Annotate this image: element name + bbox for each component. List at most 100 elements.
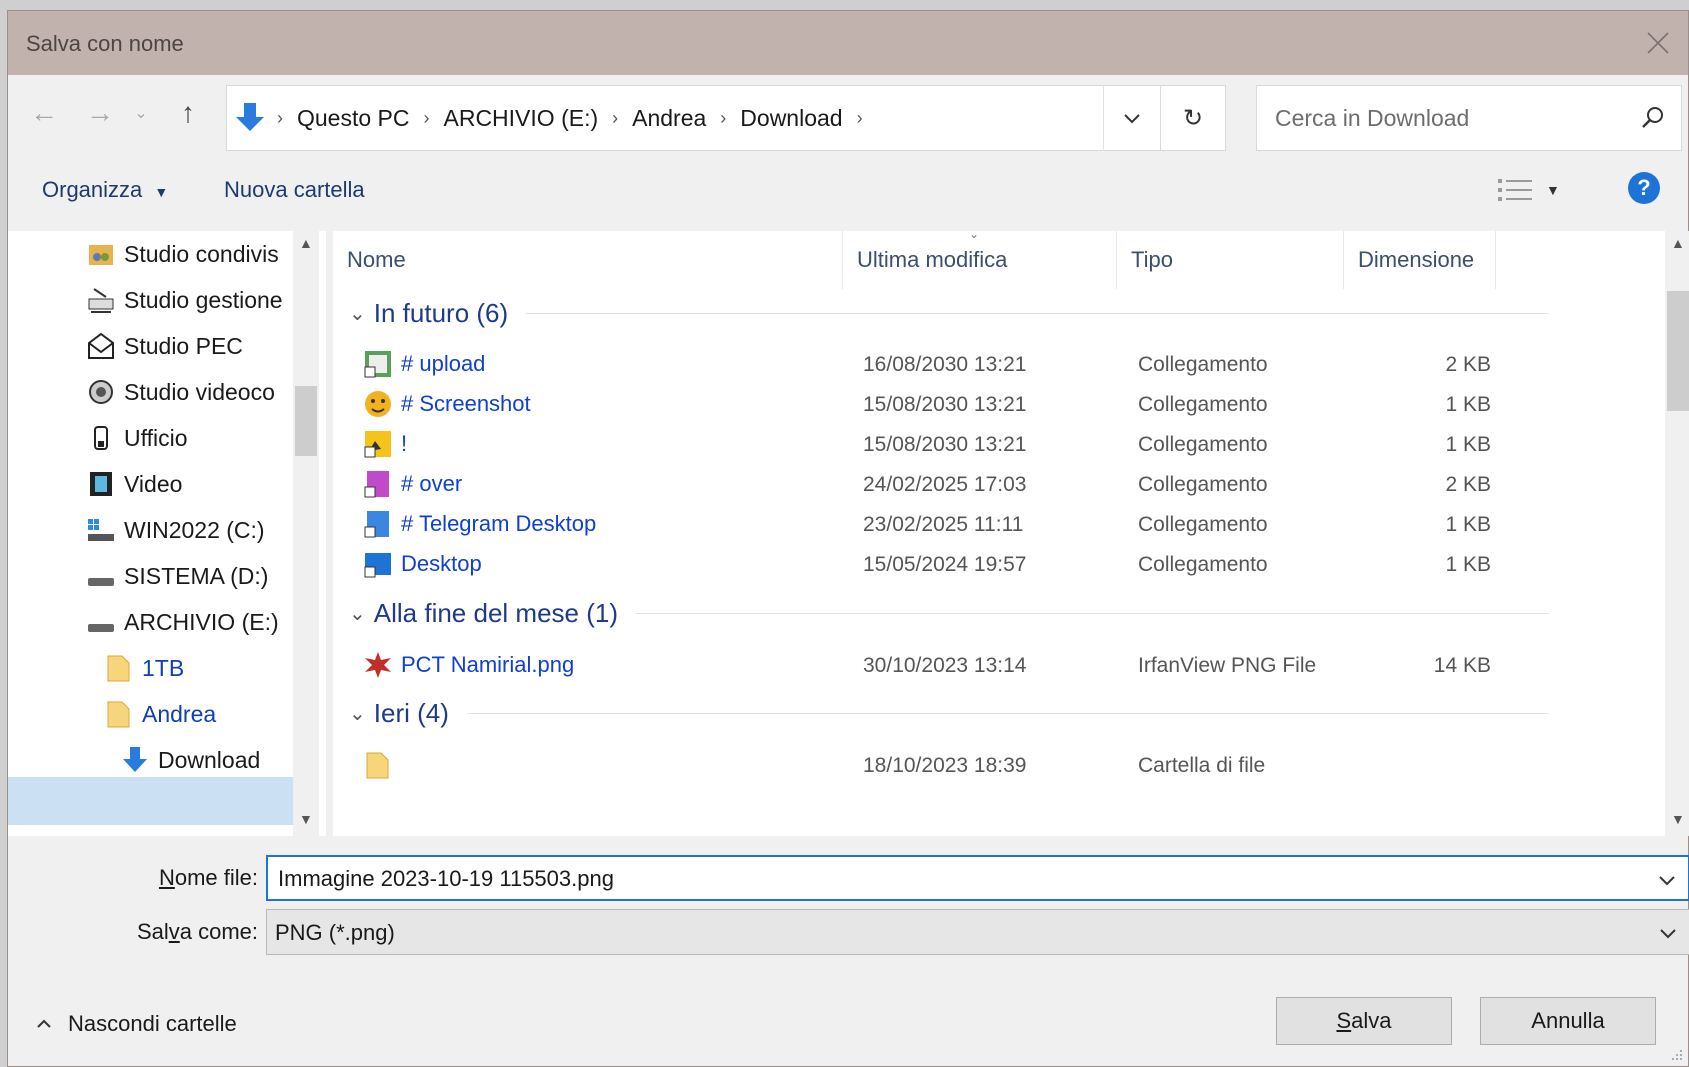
- scroll-up-icon[interactable]: ▲: [1671, 235, 1685, 251]
- file-list-scrollbar[interactable]: ▲ ▼: [1665, 231, 1689, 836]
- arrow-up-icon: ↑: [181, 97, 195, 128]
- file-row[interactable]: ! 15/08/2030 13:21 Collegamento 1 KB: [333, 424, 1573, 464]
- file-row[interactable]: # Screenshot 15/08/2030 13:21 Collegamen…: [333, 384, 1573, 424]
- sort-indicator-icon: ⌄: [969, 231, 980, 241]
- file-list-scrollbar-thumb[interactable]: [1667, 291, 1689, 411]
- breadcrumb-separator: ›: [720, 107, 727, 128]
- nav-item-sistema[interactable]: SISTEMA (D:): [86, 553, 268, 599]
- chevron-down-icon[interactable]: [1656, 869, 1678, 891]
- filename-value: Immagine 2023-10-19 115503.png: [278, 866, 614, 891]
- nav-scrollbar-thumb[interactable]: [295, 386, 317, 456]
- group-header[interactable]: ⌄ Alla fine del mese (1): [349, 593, 1549, 633]
- organize-menu[interactable]: Organizza ▼: [42, 177, 168, 203]
- scroll-up-icon[interactable]: ▲: [299, 235, 313, 251]
- arrow-left-icon: ←: [30, 97, 58, 128]
- close-button[interactable]: [1628, 11, 1688, 75]
- scroll-down-icon[interactable]: ▼: [299, 811, 313, 827]
- new-folder-button[interactable]: Nuova cartella: [224, 177, 365, 203]
- filename-field[interactable]: Immagine 2023-10-19 115503.png: [266, 855, 1689, 901]
- back-button[interactable]: ←: [22, 91, 66, 135]
- view-options-button[interactable]: ▼: [1498, 175, 1568, 205]
- address-bar[interactable]: › Questo PC › ARCHIVIO (E:) › Andrea › D…: [226, 85, 1161, 151]
- breadcrumb-archivio[interactable]: ARCHIVIO (E:): [434, 105, 609, 132]
- nav-item-1tb[interactable]: 1TB: [104, 645, 184, 691]
- nav-item-win2022[interactable]: WIN2022 (C:): [86, 507, 265, 553]
- resize-grip-icon[interactable]: [1670, 1048, 1684, 1062]
- chevron-down-icon: ⌄: [349, 702, 366, 725]
- refresh-icon: ↻: [1182, 104, 1204, 132]
- column-header-type[interactable]: Tipo: [1117, 231, 1344, 289]
- column-header-size[interactable]: Dimensione: [1344, 231, 1496, 289]
- mail-icon: [88, 332, 114, 359]
- nav-selection-highlight: [8, 777, 293, 825]
- column-header-modified[interactable]: Ultima modifica ⌄: [843, 231, 1117, 289]
- close-icon: [1647, 32, 1669, 54]
- window-title: Salva con nome: [26, 31, 184, 56]
- nav-item-download[interactable]: Download: [120, 737, 260, 783]
- navigation-pane: Studio condivis Studio gestione Studio P…: [8, 231, 326, 836]
- address-history-dropdown[interactable]: [1103, 85, 1159, 151]
- folder-icon: [107, 701, 130, 728]
- recent-locations-button[interactable]: ⌄: [126, 91, 156, 135]
- nav-item-studio-pec[interactable]: Studio PEC: [86, 323, 243, 369]
- breadcrumb-separator: ›: [277, 107, 283, 128]
- group-header[interactable]: ⌄ Ieri (4): [349, 693, 1549, 733]
- download-icon: [123, 747, 147, 772]
- shortcut-icon: [364, 511, 389, 538]
- savetype-value: PNG (*.png): [275, 920, 395, 945]
- file-row[interactable]: # over 24/02/2025 17:03 Collegamento 2 K…: [333, 464, 1573, 504]
- shortcut-icon: [364, 351, 391, 378]
- savetype-select[interactable]: PNG (*.png): [266, 909, 1689, 955]
- camera-icon: [89, 380, 113, 404]
- usb-icon: [94, 426, 108, 450]
- column-header-name[interactable]: Nome: [333, 231, 843, 289]
- details-view-icon: [1498, 179, 1532, 201]
- file-row[interactable]: # Telegram Desktop 23/02/2025 11:11 Coll…: [333, 504, 1573, 544]
- network-drive-icon: [88, 288, 114, 313]
- breadcrumb-separator: ›: [423, 107, 430, 128]
- chevron-down-icon: [1660, 929, 1676, 939]
- nav-item-archivio[interactable]: ARCHIVIO (E:): [86, 599, 279, 645]
- chevron-up-icon: [37, 1019, 51, 1028]
- file-row[interactable]: PCT Namirial.png 30/10/2023 13:14 IrfanV…: [333, 645, 1573, 685]
- scroll-down-icon[interactable]: ▼: [1671, 811, 1685, 827]
- download-icon: [236, 103, 264, 131]
- folder-icon: [107, 655, 130, 682]
- breadcrumb-download[interactable]: Download: [730, 105, 852, 132]
- up-button[interactable]: ↑: [166, 91, 210, 135]
- nav-item-studio-condivis[interactable]: Studio condivis: [86, 231, 279, 277]
- file-row[interactable]: 18/10/2023 18:39 Cartella di file: [333, 745, 1573, 785]
- help-icon[interactable]: ?: [1628, 172, 1660, 204]
- breadcrumb-andrea[interactable]: Andrea: [622, 105, 716, 132]
- hide-folders-button[interactable]: Nascondi cartelle: [34, 1011, 237, 1037]
- nav-item-video[interactable]: Video: [86, 461, 182, 507]
- breadcrumb-separator: ›: [612, 107, 619, 128]
- title-bar: Salva con nome: [8, 11, 1688, 75]
- chevron-down-icon: ⌄: [134, 105, 148, 122]
- forward-button[interactable]: →: [78, 91, 122, 135]
- caret-down-icon: ▼: [1546, 182, 1560, 198]
- nav-item-ufficio[interactable]: Ufficio: [86, 415, 188, 461]
- file-row[interactable]: # upload 16/08/2030 13:21 Collegamento 2…: [333, 344, 1573, 384]
- nav-item-studio-gestione[interactable]: Studio gestione: [86, 277, 283, 323]
- search-input[interactable]: Cerca in Download: [1256, 85, 1682, 151]
- chevron-down-icon: ⌄: [349, 602, 366, 625]
- breadcrumb-this-pc[interactable]: Questo PC: [287, 105, 420, 132]
- nav-scrollbar[interactable]: ▲ ▼: [293, 231, 319, 836]
- file-row[interactable]: Desktop 15/05/2024 19:57 Collegamento 1 …: [333, 544, 1573, 584]
- shared-folder-icon: [89, 245, 113, 265]
- command-toolbar: Organizza ▼ Nuova cartella ▼ ?: [8, 161, 1688, 219]
- save-as-dialog: Salva con nome ← → ⌄ ↑ › Questo PC › ARC…: [7, 10, 1689, 1067]
- nav-item-andrea[interactable]: Andrea: [104, 691, 216, 737]
- drive-icon: [88, 578, 114, 586]
- folder-icon: [366, 752, 389, 779]
- group-header[interactable]: ⌄ In futuro (6): [349, 293, 1549, 333]
- arrow-right-icon: →: [86, 97, 114, 128]
- nav-item-studio-videoco[interactable]: Studio videoco: [86, 369, 275, 415]
- breadcrumb-separator[interactable]: ›: [853, 108, 867, 129]
- cancel-button[interactable]: Annulla: [1480, 997, 1656, 1045]
- refresh-button[interactable]: ↻: [1160, 85, 1226, 151]
- search-placeholder: Cerca in Download: [1275, 105, 1470, 131]
- save-button[interactable]: Salva: [1276, 997, 1452, 1045]
- chevron-down-icon: [1123, 114, 1140, 124]
